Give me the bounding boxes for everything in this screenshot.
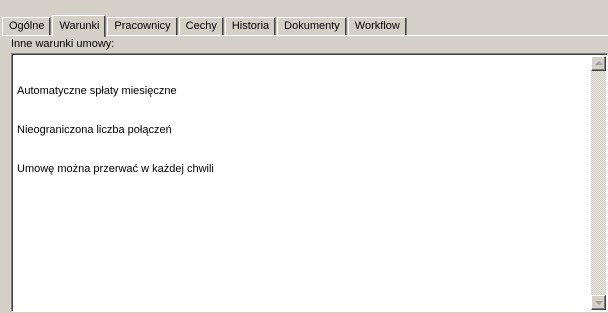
other-terms-memo[interactable]: Automatyczne spłaty miesięczne Nieograni… bbox=[11, 53, 608, 312]
memo-line: Umowę można przerwać w każdej chwili bbox=[17, 163, 214, 175]
vertical-scrollbar[interactable] bbox=[591, 56, 606, 310]
tab-dokumenty[interactable]: Dokumenty bbox=[277, 17, 347, 36]
scroll-up-arrow-icon bbox=[595, 61, 603, 65]
memo-line: Automatyczne spłaty miesięczne bbox=[17, 85, 177, 97]
tab-historia[interactable]: Historia bbox=[224, 17, 277, 36]
tab-strip: Ogólne Warunki Pracownicy Cechy Historia… bbox=[2, 15, 408, 37]
tab-cechy[interactable]: Cechy bbox=[178, 17, 224, 36]
scroll-up-button[interactable] bbox=[591, 56, 606, 71]
memo-line: Nieograniczona liczba połączeń bbox=[17, 124, 172, 136]
tab-warunki[interactable]: Warunki bbox=[52, 15, 107, 37]
tab-workflow[interactable]: Workflow bbox=[347, 17, 407, 36]
tab-ogolne[interactable]: Ogólne bbox=[2, 17, 52, 36]
other-terms-label: Inne warunki umowy: bbox=[11, 38, 115, 50]
scroll-down-button[interactable] bbox=[591, 295, 606, 310]
scroll-down-arrow-icon bbox=[595, 301, 603, 305]
contract-window: Ogólne Warunki Pracownicy Cechy Historia… bbox=[0, 0, 608, 313]
memo-text[interactable]: Automatyczne spłaty miesięczne Nieograni… bbox=[17, 59, 585, 202]
tab-pracownicy[interactable]: Pracownicy bbox=[107, 17, 178, 36]
